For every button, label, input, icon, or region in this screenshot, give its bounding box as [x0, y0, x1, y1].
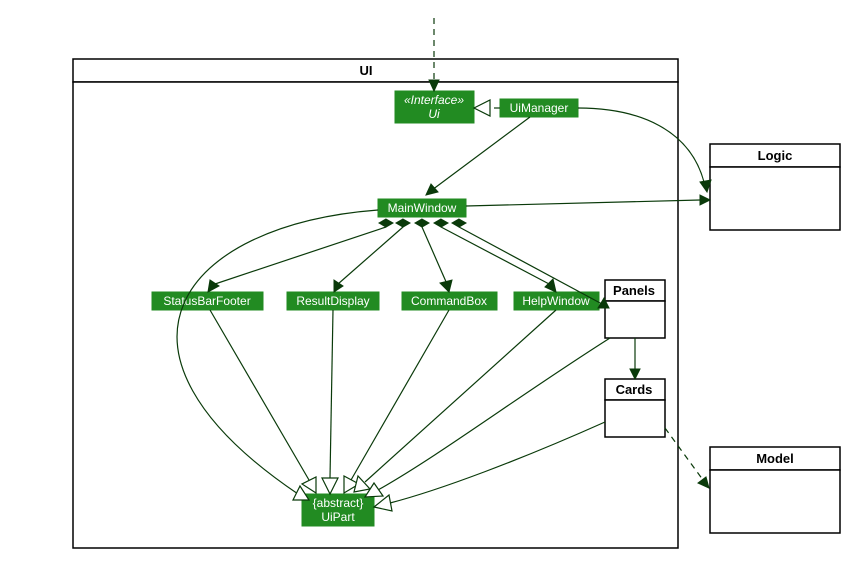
package-model: Model — [710, 447, 840, 533]
node-ui-interface-stereotype: «Interface» — [404, 93, 464, 107]
node-mainwindow-name: MainWindow — [388, 201, 457, 215]
node-ui-interface: «Interface» Ui — [395, 91, 474, 123]
node-resultdisplay: ResultDisplay — [287, 292, 379, 310]
node-helpwindow: HelpWindow — [514, 292, 599, 310]
package-model-label: Model — [756, 451, 794, 466]
package-logic: Logic — [710, 144, 840, 230]
node-uipart-stereotype: {abstract} — [313, 496, 364, 510]
node-commandbox: CommandBox — [402, 292, 497, 310]
edge-external-ui — [429, 18, 439, 91]
uml-diagram: UI Logic Panels Cards Model «Interface» … — [0, 0, 860, 566]
package-ui-label: UI — [360, 63, 373, 78]
package-panels: Panels — [605, 280, 665, 338]
package-cards: Cards — [605, 379, 665, 437]
node-statusbarfooter-name: StatusBarFooter — [163, 294, 250, 308]
node-uipart-name: UiPart — [321, 510, 355, 524]
package-cards-label: Cards — [616, 382, 653, 397]
node-helpwindow-name: HelpWindow — [522, 294, 590, 308]
node-uimanager-name: UiManager — [510, 101, 569, 115]
node-statusbarfooter: StatusBarFooter — [152, 292, 263, 310]
package-logic-label: Logic — [758, 148, 793, 163]
node-resultdisplay-name: ResultDisplay — [296, 294, 369, 308]
node-ui-interface-name: Ui — [428, 107, 440, 121]
package-panels-label: Panels — [613, 283, 655, 298]
node-uipart: {abstract} UiPart — [302, 494, 374, 526]
node-commandbox-name: CommandBox — [411, 294, 487, 308]
node-mainwindow: MainWindow — [378, 199, 466, 217]
node-uimanager: UiManager — [500, 99, 578, 117]
